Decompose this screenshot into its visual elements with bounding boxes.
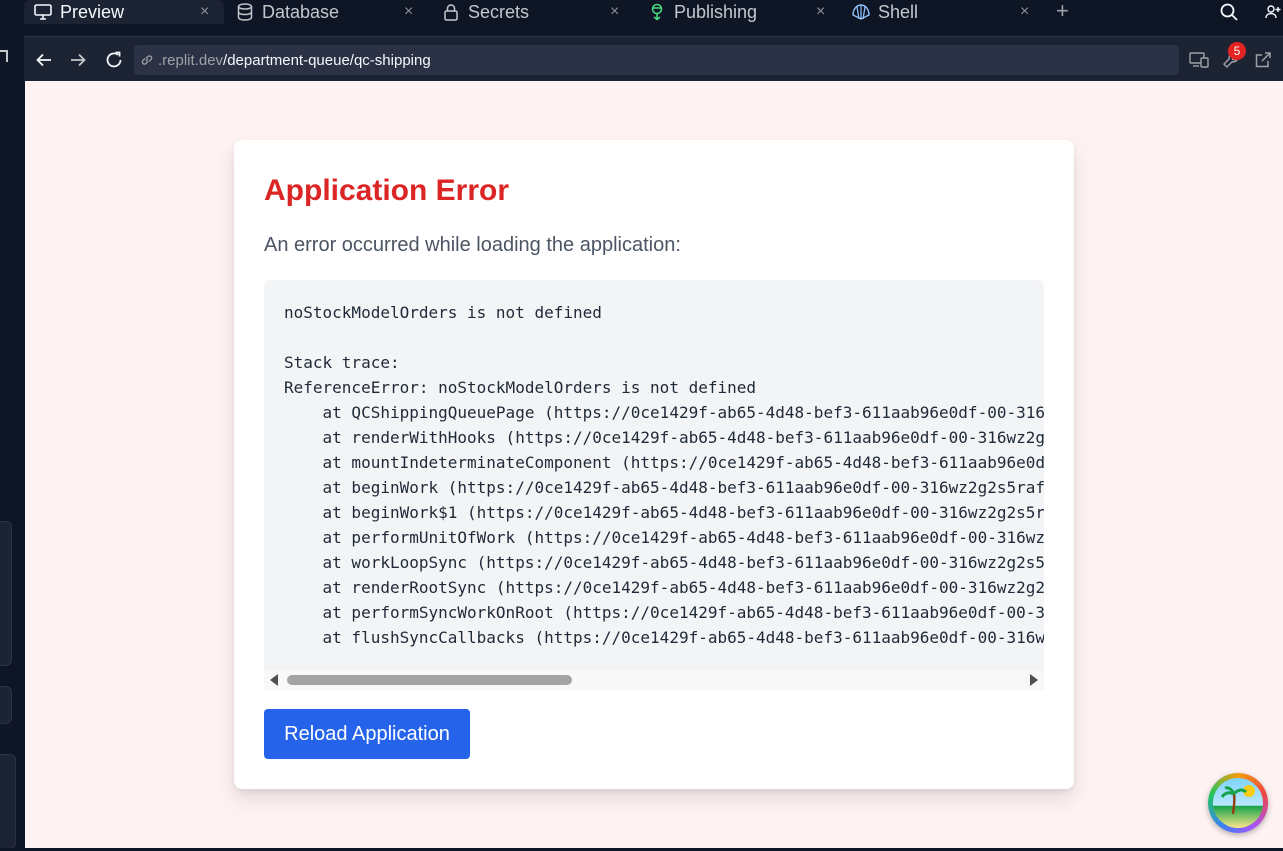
stack-label: Stack trace: [284,353,400,372]
devices-icon[interactable] [1186,37,1212,82]
close-icon[interactable]: × [200,3,209,21]
stack-frame: at performSyncWorkOnRoot (https://0ce142… [284,603,1044,622]
publish-icon [646,1,668,23]
close-icon[interactable]: × [404,3,413,21]
stack-frame: at beginWork$1 (https://0ce1429f-ab65-4d… [284,503,1044,522]
error-message: noStockModelOrders is not defined [284,303,602,322]
error-card: Application Error An error occurred whil… [234,140,1074,789]
tab-secrets[interactable]: Secrets × [440,0,630,24]
reload-application-button[interactable]: Reload Application [264,709,470,759]
stack-frame: at renderWithHooks (https://0ce1429f-ab6… [284,428,1044,447]
exception-line: ReferenceError: noStockModelOrders is no… [284,378,757,397]
stack-frame: at renderRootSync (https://0ce1429f-ab65… [284,578,1044,597]
horizontal-scrollbar[interactable] [264,670,1044,690]
tab-label: Shell [878,1,919,22]
scroll-left-arrow-icon[interactable] [270,674,278,686]
tab-preview[interactable]: Preview × [24,0,224,24]
panel-edge-block [0,754,16,849]
panel-edge-block [0,686,12,724]
stack-frame: at QCShippingQueuePage (https://0ce1429f… [284,403,1044,422]
tab-label: Database [262,1,340,22]
url-field[interactable]: .replit.dev/department-queue/qc-shipping [134,45,1179,75]
scrollbar-thumb[interactable] [287,675,572,685]
close-icon[interactable]: × [1020,3,1029,21]
error-subtitle: An error occurred while loading the appl… [264,234,681,256]
stack-frame: at mountIndeterminateComponent (https://… [284,453,1044,472]
url-host: .replit.dev [158,51,224,69]
error-title: Application Error [264,174,510,207]
stack-frame: at performUnitOfWork (https://0ce1429f-a… [284,528,1044,547]
close-icon[interactable]: × [816,3,825,21]
tab-label: Secrets [468,1,530,22]
stack-trace-box[interactable]: noStockModelOrders is not defined Stack … [264,280,1044,670]
database-icon [234,1,256,23]
tab-label: Publishing [674,1,758,22]
preview-page: Application Error An error occurred whil… [25,81,1283,848]
preview-address-bar: .replit.dev/department-queue/qc-shipping [24,36,1283,81]
stack-trace-text: noStockModelOrders is not defined Stack … [284,300,1044,650]
stack-frame: at workLoopSync (https://0ce1429f-ab65-4… [284,553,1044,572]
tab-shell[interactable]: Shell × [850,0,1040,24]
tab-label: Preview [60,1,125,22]
add-user-icon[interactable] [1262,0,1283,24]
island-icon [1213,778,1263,828]
sidebar-toggle-icon[interactable] [0,50,8,62]
back-arrow-icon[interactable] [30,37,58,82]
tab-publishing[interactable]: Publishing × [646,0,836,24]
left-panel-edge [0,24,24,851]
lock-icon [440,1,462,23]
reload-icon[interactable] [100,37,128,82]
panel-edge-block [0,521,12,666]
workspace-tab-bar: Preview × Database × Secrets × Publishin… [0,0,1283,24]
search-icon[interactable] [1217,0,1241,24]
forward-arrow-icon[interactable] [64,37,92,82]
stack-frame: at beginWork (https://0ce1429f-ab65-4d48… [284,478,1044,497]
monitor-icon [32,1,54,23]
add-tab-icon[interactable]: + [1056,0,1069,22]
scroll-right-arrow-icon[interactable] [1030,674,1038,686]
open-new-tab-icon[interactable] [1250,37,1276,82]
shell-icon [850,1,872,23]
devtools-count-badge: 5 [1228,42,1246,60]
url-path: /department-queue/qc-shipping [223,51,431,69]
stack-frame: at flushSyncCallbacks (https://0ce1429f-… [284,628,1044,647]
tab-database[interactable]: Database × [234,0,424,24]
assistant-avatar-button[interactable] [1208,773,1268,833]
link-icon [140,53,154,67]
close-icon[interactable]: × [610,3,619,21]
